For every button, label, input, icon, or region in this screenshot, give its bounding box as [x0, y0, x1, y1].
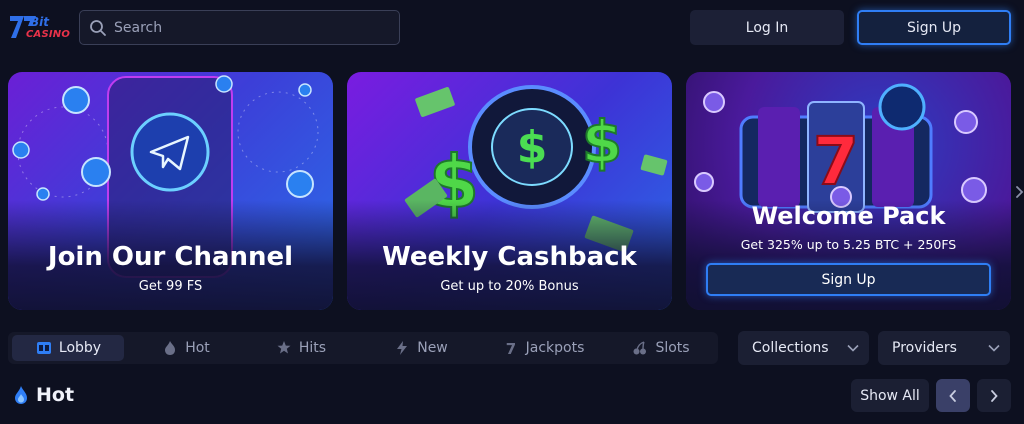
tab-new[interactable]: New	[363, 335, 478, 361]
banner-join-channel[interactable]: Join Our Channel Get 99 FS	[8, 72, 333, 310]
banner-title: Weekly Cashback	[382, 242, 637, 272]
search-box[interactable]	[79, 10, 400, 45]
tab-hits[interactable]: Hits	[243, 335, 358, 361]
svg-text:$: $	[517, 122, 548, 173]
providers-dropdown[interactable]: Providers	[878, 331, 1010, 365]
flame-icon	[15, 386, 27, 404]
carousel-next-icon[interactable]	[1014, 184, 1024, 200]
banner-subtitle: Get up to 20% Bonus	[440, 279, 579, 294]
svg-text:$: $	[582, 108, 622, 176]
svg-text:7: 7	[505, 340, 515, 357]
chevron-right-icon	[991, 389, 998, 402]
stars-icon	[277, 341, 291, 354]
banner-weekly-cashback[interactable]: $ $ $ Weekly Cashback Get up to 20% Bonu…	[347, 72, 672, 310]
category-tabs: Lobby Hot Hits New 7 Jackpots Slots	[8, 332, 718, 364]
chevron-left-icon	[949, 389, 956, 402]
banner-subtitle: Get 325% up to 5.25 BTC + 250FS	[740, 237, 957, 252]
signup-button[interactable]: Sign Up	[857, 10, 1011, 45]
lobby-icon	[36, 342, 51, 354]
search-input[interactable]	[114, 19, 384, 36]
tab-label: Hits	[298, 340, 327, 356]
tab-label: Hot	[185, 340, 210, 356]
tab-hot[interactable]: Hot	[128, 335, 243, 361]
banner-welcome-pack[interactable]: 7 Welcome Pack Get 325% up to 5.25 BTC +…	[686, 72, 1011, 310]
banner-title: Welcome Pack	[751, 202, 946, 230]
logo-text: CASINO	[26, 29, 71, 40]
login-button[interactable]: Log In	[690, 10, 844, 45]
tab-label: New	[417, 340, 448, 356]
section-title: Hot	[12, 384, 74, 406]
chevron-down-icon	[847, 344, 859, 352]
banner-subtitle: Get 99 FS	[138, 279, 203, 294]
tab-label: Slots	[655, 340, 690, 356]
tab-label: Jackpots	[525, 340, 585, 356]
prev-button[interactable]	[936, 379, 970, 412]
collections-dropdown[interactable]: Collections	[738, 331, 869, 365]
section-title-text: Hot	[36, 384, 75, 406]
casino-logo[interactable]: Bit CASINO	[8, 12, 71, 44]
tab-jackpots[interactable]: 7 Jackpots	[483, 335, 603, 361]
tab-slots[interactable]: Slots	[608, 335, 713, 361]
providers-label: Providers	[892, 340, 957, 356]
banner-title: Join Our Channel	[47, 242, 294, 272]
show-all-button[interactable]: Show All	[851, 379, 929, 412]
top-header: Bit CASINO Log In Sign Up	[0, 0, 1024, 56]
chevron-down-icon	[988, 344, 1000, 352]
svg-text:Bit: Bit	[30, 15, 50, 29]
welcome-signup-button[interactable]: Sign Up	[706, 263, 991, 296]
collections-label: Collections	[752, 340, 829, 356]
next-button[interactable]	[977, 379, 1011, 412]
bolt-icon	[397, 341, 408, 355]
flame-icon	[165, 341, 176, 355]
jackpot-icon: 7	[505, 340, 515, 357]
tab-lobby[interactable]: Lobby	[12, 335, 124, 361]
cherry-icon	[633, 341, 647, 355]
search-icon	[90, 19, 106, 36]
tab-label: Lobby	[58, 340, 102, 356]
